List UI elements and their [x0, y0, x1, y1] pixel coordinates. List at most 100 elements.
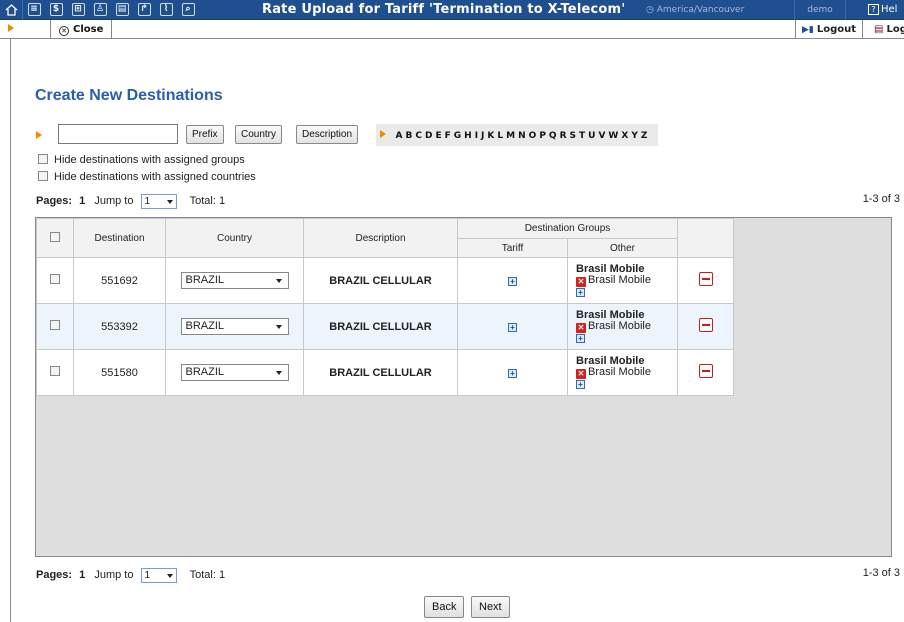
letter-q-link[interactable]: Q [549, 131, 557, 141]
letter-m-link[interactable]: M [506, 131, 515, 141]
remove-group-icon[interactable]: ✕ [576, 276, 586, 287]
letter-n-link[interactable]: N [518, 131, 526, 141]
pager-top: Pages: 1 Jump to 1 Total: 1 [36, 193, 225, 209]
country-select[interactable]: BRAZIL [180, 364, 289, 381]
letter-v-link[interactable]: V [598, 131, 605, 141]
chevron-down-icon [275, 371, 282, 375]
add-tariff-group-icon[interactable]: + [508, 276, 517, 286]
hide-groups-checkbox[interactable] [38, 154, 48, 164]
letter-t-link[interactable]: T [579, 131, 585, 141]
letter-r-link[interactable]: R [560, 131, 567, 141]
export-icon[interactable]: ↱ [133, 0, 155, 20]
delete-row-icon[interactable] [698, 364, 713, 378]
letter-p-link[interactable]: P [539, 131, 546, 141]
prefix-button[interactable]: Prefix [186, 125, 224, 144]
timezone-link[interactable]: ◷ America/Vancouver [646, 0, 744, 20]
hide-groups-option[interactable]: Hide destinations with assigned groups [38, 153, 245, 167]
row-checkbox[interactable] [50, 274, 60, 284]
row-select-cell [36, 257, 74, 304]
letter-y-link[interactable]: Y [631, 131, 638, 141]
destination-header[interactable]: Destination [73, 218, 166, 258]
country-cell: BRAZIL [165, 303, 304, 350]
dollar-icon[interactable]: $ [45, 0, 67, 20]
description-header[interactable]: Description [303, 218, 458, 258]
table-row: 551580 BRAZIL BRAZIL CELLULAR + Brasil M… [36, 349, 734, 396]
total-label: Total: 1 [189, 569, 226, 581]
delete-cell [677, 257, 734, 304]
letter-w-link[interactable]: W [608, 131, 618, 141]
help-icon: ? [868, 4, 879, 15]
row-checkbox[interactable] [50, 366, 60, 376]
arrow-icon [36, 131, 42, 139]
jump-select[interactable]: 1 [140, 194, 177, 209]
description-button[interactable]: Description [296, 125, 359, 144]
letter-u-link[interactable]: U [588, 131, 595, 141]
letter-i-link[interactable]: I [475, 131, 478, 141]
tariff-cell: + [457, 349, 568, 396]
letter-s-link[interactable]: S [570, 131, 576, 141]
country-select[interactable]: BRAZIL [180, 272, 289, 289]
select-all-checkbox[interactable] [50, 231, 60, 242]
letter-k-link[interactable]: K [487, 131, 494, 141]
letter-d-link[interactable]: D [425, 131, 432, 141]
letter-a-link[interactable]: A [396, 131, 403, 141]
jump-value: 1 [144, 570, 151, 581]
logout-button[interactable]: ▶▮ Logout [795, 20, 864, 39]
letter-o-link[interactable]: O [529, 131, 537, 141]
country-header[interactable]: Country [165, 218, 304, 258]
delete-row-icon[interactable] [698, 272, 713, 286]
destinations-table: Destination Country Description Destinat… [35, 217, 892, 557]
table-row: 551692 BRAZIL BRAZIL CELLULAR + Brasil M… [36, 257, 734, 304]
letter-h-link[interactable]: H [464, 131, 472, 141]
delete-row-icon[interactable] [698, 318, 713, 332]
action-bar: ✕ Close ▶▮ Logout ▤ Log [0, 20, 904, 39]
hide-countries-option[interactable]: Hide destinations with assigned countrie… [38, 170, 256, 184]
add-tariff-group-icon[interactable]: + [508, 368, 517, 378]
home-icon[interactable] [0, 0, 22, 20]
list-icon[interactable]: ≡ [23, 0, 45, 20]
letter-l-link[interactable]: L [497, 131, 503, 141]
hide-countries-label: Hide destinations with assigned countrie… [54, 171, 256, 183]
log-label: Log [886, 24, 904, 35]
add-group-icon[interactable]: + [576, 379, 585, 389]
chart-icon[interactable]: ⌇ [155, 0, 177, 20]
grid-icon[interactable]: ⊞ [67, 0, 89, 20]
letter-x-link[interactable]: X [621, 131, 628, 141]
jump-select[interactable]: 1 [140, 568, 177, 583]
search-icon[interactable]: ⌕ [177, 0, 199, 20]
next-button[interactable]: Next [471, 596, 510, 618]
person-icon[interactable]: ♙ [89, 0, 111, 20]
letter-e-link[interactable]: E [435, 131, 441, 141]
destination-groups-header: Destination Groups [457, 218, 678, 239]
letter-g-link[interactable]: G [454, 131, 461, 141]
remove-group-icon[interactable]: ✕ [576, 322, 586, 333]
letter-f-link[interactable]: F [445, 131, 451, 141]
remove-group-icon[interactable]: ✕ [576, 368, 586, 379]
add-group-icon[interactable]: + [576, 287, 585, 297]
help-link[interactable]: ? Hel [868, 0, 897, 20]
add-group-icon[interactable]: + [576, 333, 585, 343]
hide-countries-checkbox[interactable] [38, 171, 48, 181]
arrow-icon [8, 24, 14, 32]
country-cell: BRAZIL [165, 349, 304, 396]
add-tariff-group-icon[interactable]: + [508, 322, 517, 332]
letter-j-link[interactable]: J [481, 131, 484, 141]
row-checkbox[interactable] [50, 320, 60, 330]
user-name[interactable]: demo [794, 0, 846, 20]
letter-b-link[interactable]: B [405, 131, 412, 141]
country-select[interactable]: BRAZIL [180, 318, 289, 335]
log-button[interactable]: ▤ Log [868, 20, 904, 39]
content-border [10, 39, 11, 622]
chevron-down-icon [166, 574, 173, 578]
row-select-cell [36, 349, 74, 396]
search-input[interactable] [58, 124, 178, 144]
country-button[interactable]: Country [235, 125, 283, 144]
letter-z-link[interactable]: Z [641, 131, 648, 141]
back-button[interactable]: Back [424, 596, 465, 618]
other-groups-cell: Brasil Mobile ✕ Brasil Mobile + [567, 257, 678, 304]
close-button[interactable]: ✕ Close [50, 20, 113, 39]
description-cell: BRAZIL CELLULAR [303, 349, 458, 396]
group-item: Brasil Mobile [588, 319, 651, 332]
table-icon[interactable]: ▤ [111, 0, 133, 20]
letter-c-link[interactable]: C [415, 131, 422, 141]
